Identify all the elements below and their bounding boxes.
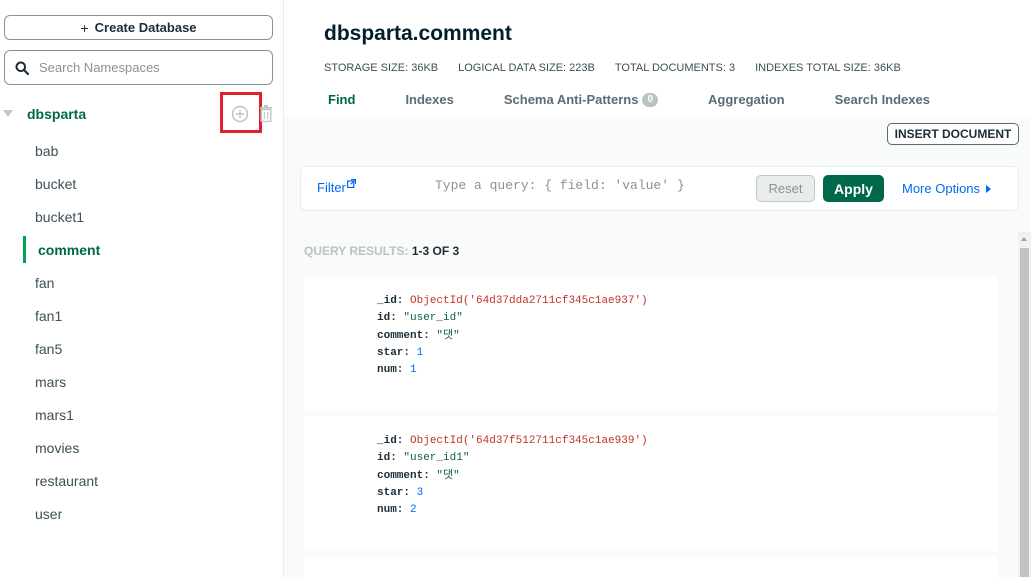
search-icon: [15, 61, 29, 75]
field-line: _id: ObjectId('64d37f512711cf345c1ae939'…: [377, 435, 648, 447]
scroll-thumb[interactable]: [1020, 248, 1029, 577]
document-card[interactable]: _id: ObjectId('64d37f512711cf345c1ae939'…: [304, 416, 997, 551]
field-line: star: 1: [377, 346, 424, 359]
tab-aggregation[interactable]: Aggregation: [708, 92, 785, 107]
annotation-highlight-box: [220, 92, 262, 133]
collection-item-fan1[interactable]: fan1: [0, 299, 284, 332]
field-line: id: "user_id1": [377, 452, 470, 465]
tab-bar: Find Indexes Schema Anti-Patterns 0 Aggre…: [328, 92, 980, 107]
sidebar: + Create Database dbsparta bab bucket bu…: [0, 0, 284, 577]
field-line: comment: "댓": [377, 329, 460, 342]
trash-icon[interactable]: [259, 105, 273, 122]
apply-button[interactable]: Apply: [823, 175, 884, 202]
collection-item-restaurant[interactable]: restaurant: [0, 464, 284, 497]
external-link-icon: [346, 179, 356, 188]
collection-stats: STORAGE SIZE: 36KB LOGICAL DATA SIZE: 22…: [324, 62, 901, 74]
field-line: id: "user_id": [377, 312, 463, 325]
tab-schema-anti-patterns[interactable]: Schema Anti-Patterns 0: [504, 92, 659, 107]
collection-item-bab[interactable]: bab: [0, 134, 284, 167]
collection-item-fan5[interactable]: fan5: [0, 332, 284, 365]
stat-storage-size: STORAGE SIZE: 36KB: [324, 62, 439, 74]
query-input[interactable]: [435, 178, 735, 193]
collection-item-fan[interactable]: fan: [0, 266, 284, 299]
caret-down-icon[interactable]: [3, 110, 13, 117]
query-results-label: QUERY RESULTS: 1-3 OF 3: [304, 244, 460, 258]
search-namespaces-input[interactable]: [39, 60, 259, 75]
stat-indexes-size: INDEXES TOTAL SIZE: 36KB: [755, 62, 901, 74]
search-namespaces-box[interactable]: [4, 50, 273, 85]
main-panel: dbsparta.comment STORAGE SIZE: 36KB LOGI…: [284, 0, 1031, 577]
filter-link[interactable]: Filter: [317, 179, 356, 195]
collection-item-comment[interactable]: comment: [0, 233, 284, 266]
collection-item-bucket[interactable]: bucket: [0, 167, 284, 200]
database-name: dbsparta: [27, 106, 87, 122]
collection-item-movies[interactable]: movies: [0, 431, 284, 464]
stat-total-documents: TOTAL DOCUMENTS: 3: [614, 62, 736, 74]
create-database-button[interactable]: + Create Database: [4, 15, 273, 40]
field-line: num: 1: [377, 364, 417, 377]
caret-right-icon: [986, 184, 992, 193]
reset-button[interactable]: Reset: [756, 175, 815, 202]
query-results-count: 1-3 OF 3: [411, 244, 460, 258]
scroll-up-arrow-icon[interactable]: [1021, 237, 1027, 241]
stat-logical-size: LOGICAL DATA SIZE: 223B: [458, 62, 595, 74]
collection-item-mars1[interactable]: mars1: [0, 398, 284, 431]
collection-item-bucket1[interactable]: bucket1: [0, 200, 284, 233]
query-bar: Filter Reset Apply More Options: [300, 166, 1019, 211]
count-badge: 0: [642, 92, 659, 107]
collection-item-user[interactable]: user: [0, 497, 284, 530]
document-card[interactable]: _id: ObjectId('64d37dda2711cf345c1ae937'…: [304, 276, 997, 411]
collection-list: bab bucket bucket1 comment fan fan1 fan5…: [0, 134, 284, 530]
page-title: dbsparta.comment: [324, 22, 512, 45]
tab-find[interactable]: Find: [328, 92, 355, 107]
insert-document-button[interactable]: INSERT DOCUMENT: [887, 123, 1019, 145]
tab-indexes[interactable]: Indexes: [405, 92, 453, 107]
field-line: num: 2: [377, 504, 417, 517]
field-line: _id: ObjectId('64d37dda2711cf345c1ae937'…: [377, 295, 648, 307]
field-line: star: 3: [377, 486, 424, 499]
results-scrollbar[interactable]: [1018, 232, 1031, 577]
document-fields: _id: ObjectId('64d37dda2711cf345c1ae937'…: [377, 293, 648, 379]
create-database-label: Create Database: [94, 20, 197, 35]
field-line: comment: "댓": [377, 469, 460, 482]
tab-search-indexes[interactable]: Search Indexes: [835, 92, 930, 107]
document-fields: _id: ObjectId('64d37f512711cf345c1ae939'…: [377, 433, 648, 519]
plus-icon: +: [80, 19, 89, 36]
document-card[interactable]: [304, 556, 997, 577]
collection-item-mars[interactable]: mars: [0, 365, 284, 398]
more-options-link[interactable]: More Options: [902, 181, 992, 196]
